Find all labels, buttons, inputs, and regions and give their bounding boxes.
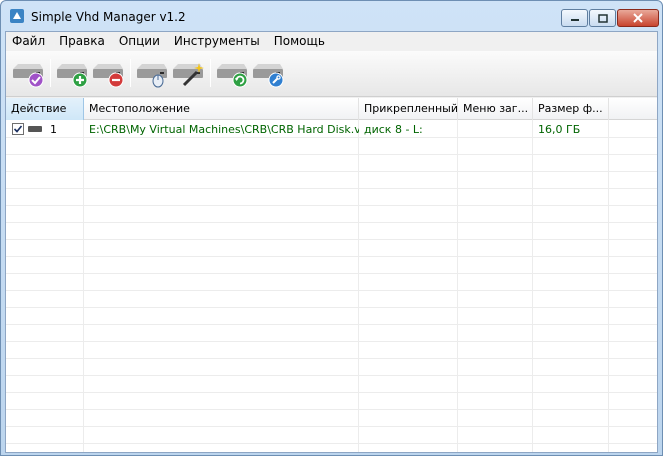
grid-line [6, 409, 657, 410]
toolbar-separator [130, 59, 131, 87]
drive-icon [28, 126, 42, 132]
grid-line [6, 392, 657, 393]
grid-line [6, 426, 657, 427]
window-title: Simple Vhd Manager v1.2 [31, 10, 186, 24]
grid-line [6, 171, 657, 172]
grid-line [358, 120, 359, 452]
cell-location: E:\CRB\My Virtual Machines\CRB\CRB Hard … [89, 123, 359, 136]
column-header-filler [609, 98, 657, 120]
check-icon [13, 125, 23, 133]
column-header-boot-menu[interactable]: Меню заг... [458, 98, 533, 120]
maximize-icon [597, 13, 608, 23]
list-grid [6, 120, 657, 452]
client-area: Файл Правка Опции Инструменты Помощь Дей… [5, 31, 658, 453]
maximize-button[interactable] [589, 9, 616, 27]
menu-tools[interactable]: Инструменты [167, 32, 267, 51]
grid-line [6, 375, 657, 376]
grid-line [6, 341, 657, 342]
drive-remove-icon[interactable] [90, 57, 126, 89]
grid-line [6, 205, 657, 206]
grid-line [6, 239, 657, 240]
grid-line [6, 324, 657, 325]
column-header-location[interactable]: Местоположение [84, 98, 359, 120]
grid-line [6, 358, 657, 359]
menu-options[interactable]: Опции [112, 32, 167, 51]
row-number: 1 [50, 123, 57, 136]
menu-bar: Файл Правка Опции Инструменты Помощь [6, 32, 657, 51]
cell-attached: диск 8 - L: [364, 123, 423, 136]
column-header-attached[interactable]: Прикрепленный [359, 98, 458, 120]
drive-wand-icon[interactable] [170, 57, 206, 89]
menu-edit[interactable]: Правка [52, 32, 112, 51]
grid-line [6, 273, 657, 274]
grid-line [6, 443, 657, 444]
table-row[interactable]: 1 E:\CRB\My Virtual Machines\CRB\CRB Har… [6, 120, 657, 138]
drive-add-icon[interactable] [54, 57, 90, 89]
drive-refresh-icon[interactable] [214, 57, 250, 89]
grid-line [532, 120, 533, 452]
cell-boot-menu [458, 120, 533, 138]
toolbar-separator [210, 59, 211, 87]
grid-line [6, 256, 657, 257]
minimize-icon [570, 19, 579, 21]
grid-line [6, 290, 657, 291]
drive-settings-icon[interactable] [250, 57, 286, 89]
minimize-button[interactable] [561, 9, 588, 27]
grid-line [6, 154, 657, 155]
grid-line [6, 307, 657, 308]
toolbar-separator [50, 59, 51, 87]
vhd-list[interactable]: Действие Местоположение Прикрепленный Ме… [6, 98, 657, 452]
column-header-file-size[interactable]: Размер ф... [533, 98, 609, 120]
app-icon [10, 9, 24, 23]
title-bar[interactable]: Simple Vhd Manager v1.2 [1, 1, 662, 31]
toolbar [6, 51, 657, 97]
grid-line [6, 188, 657, 189]
grid-line [608, 120, 609, 452]
drive-mouse-icon[interactable] [134, 57, 170, 89]
grid-line [457, 120, 458, 452]
close-icon [633, 13, 643, 23]
grid-line [6, 222, 657, 223]
list-header: Действие Местоположение Прикрепленный Ме… [6, 98, 657, 120]
close-button[interactable] [617, 9, 659, 27]
drive-check-icon[interactable] [10, 57, 46, 89]
column-header-action[interactable]: Действие [6, 98, 84, 120]
cell-file-size: 16,0 ГБ [538, 123, 581, 136]
menu-help[interactable]: Помощь [267, 32, 332, 51]
app-window: Simple Vhd Manager v1.2 Файл Правка Опци… [0, 0, 663, 456]
grid-line [83, 120, 84, 452]
row-checkbox[interactable] [12, 123, 24, 135]
menu-file[interactable]: Файл [6, 32, 52, 51]
